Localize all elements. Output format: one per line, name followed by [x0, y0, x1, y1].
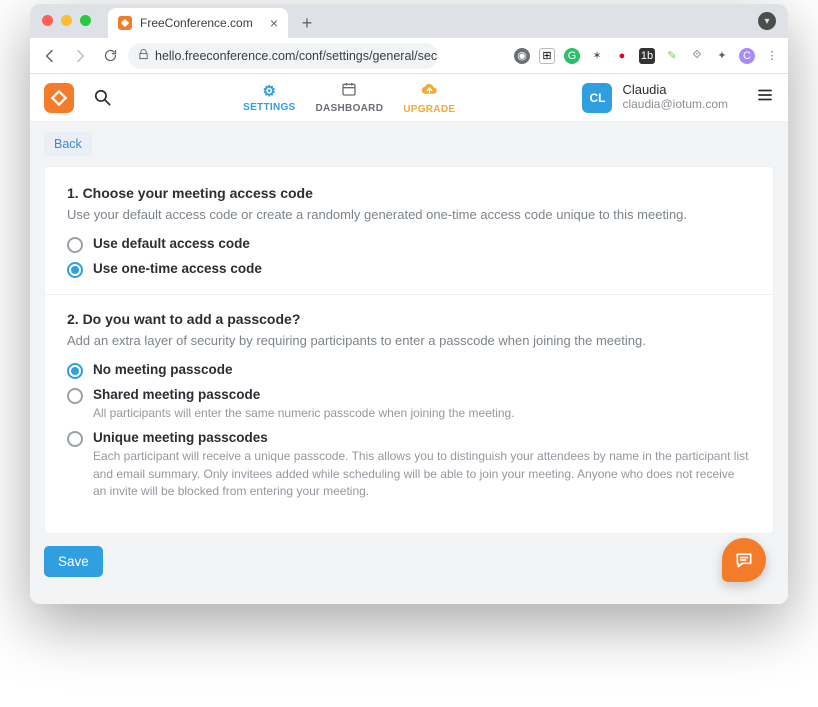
page-content: Back 1. Choose your meeting access code …	[30, 122, 788, 604]
tab-title: FreeConference.com	[140, 16, 253, 30]
extension-icon[interactable]: ✶	[589, 48, 605, 64]
nav-settings-label: SETTINGS	[243, 102, 295, 113]
extension-icon[interactable]: ✎	[664, 48, 680, 64]
nav-upgrade-label: UPGRADE	[403, 104, 455, 115]
radio-icon	[67, 431, 83, 447]
chat-icon	[734, 550, 754, 570]
radio-label: No meeting passcode	[93, 362, 233, 377]
app-logo-icon[interactable]	[44, 83, 74, 113]
extension-icons: ◉ ⊞ G ✶ ● 1b ✎ ⟐ ✦ C ⋮	[514, 48, 780, 64]
lock-icon	[138, 49, 149, 63]
save-button[interactable]: Save	[44, 546, 103, 577]
browser-toolbar: hello.freeconference.com/conf/settings/g…	[30, 38, 788, 74]
user-name: Claudia	[622, 83, 728, 98]
back-button[interactable]: Back	[44, 132, 92, 156]
browser-reload-button[interactable]	[98, 44, 122, 68]
app-header: ⚙ SETTINGS DASHBOARD UPGRADE CL Claudia …	[30, 74, 788, 122]
window-close-button[interactable]	[42, 15, 53, 26]
radio-shared-passcode[interactable]: Shared meeting passcode All participants…	[67, 387, 751, 422]
radio-label: Use default access code	[93, 236, 250, 251]
profile-avatar-icon[interactable]: C	[739, 48, 755, 64]
url-text: hello.freeconference.com/conf/settings/g…	[155, 49, 438, 63]
radio-sublabel: All participants will enter the same num…	[93, 405, 515, 422]
extension-icon[interactable]: ◉	[514, 48, 530, 64]
calendar-icon	[341, 81, 357, 101]
section-passcode-desc: Add an extra layer of security by requir…	[67, 333, 751, 348]
extension-icon[interactable]: ⟐	[689, 48, 705, 64]
extension-icon[interactable]: G	[564, 48, 580, 64]
section-access-code-desc: Use your default access code or create a…	[67, 207, 751, 222]
browser-tab-bar: FreeConference.com × + ▾	[30, 4, 788, 38]
search-button[interactable]	[88, 84, 116, 112]
browser-forward-button[interactable]	[68, 44, 92, 68]
nav-dashboard-label: DASHBOARD	[316, 103, 384, 114]
extension-icon[interactable]: 1b	[639, 48, 655, 64]
nav-settings[interactable]: ⚙ SETTINGS	[243, 82, 295, 113]
radio-icon	[67, 237, 83, 253]
extension-icon[interactable]: ⊞	[539, 48, 555, 64]
window-maximize-button[interactable]	[80, 15, 91, 26]
user-menu[interactable]: CL Claudia claudia@iotum.com	[582, 83, 728, 113]
gear-icon: ⚙	[262, 82, 276, 100]
nav-dashboard[interactable]: DASHBOARD	[316, 81, 384, 114]
hamburger-menu-icon[interactable]	[756, 86, 774, 109]
divider	[45, 294, 773, 295]
extension-icon[interactable]: ●	[614, 48, 630, 64]
browser-back-button[interactable]	[38, 44, 62, 68]
nav-upgrade[interactable]: UPGRADE	[403, 81, 455, 115]
tab-close-icon[interactable]: ×	[270, 15, 278, 31]
window-controls	[42, 15, 91, 26]
radio-sublabel: Each participant will receive a unique p…	[93, 448, 751, 500]
settings-card: 1. Choose your meeting access code Use y…	[44, 166, 774, 534]
new-tab-button[interactable]: +	[294, 10, 320, 36]
cloud-upload-icon	[421, 81, 438, 102]
section-passcode-title: 2. Do you want to add a passcode?	[67, 311, 751, 327]
window-menu-icon[interactable]: ▾	[758, 12, 776, 30]
radio-no-passcode[interactable]: No meeting passcode	[67, 362, 751, 379]
radio-default-access-code[interactable]: Use default access code	[67, 236, 751, 253]
radio-icon	[67, 262, 83, 278]
browser-tab[interactable]: FreeConference.com ×	[108, 8, 288, 38]
radio-unique-passcode[interactable]: Unique meeting passcodes Each participan…	[67, 430, 751, 500]
radio-icon	[67, 363, 83, 379]
user-email: claudia@iotum.com	[622, 98, 728, 112]
radio-label: Shared meeting passcode	[93, 387, 515, 402]
chat-fab[interactable]	[722, 538, 766, 582]
radio-label: Use one-time access code	[93, 261, 262, 276]
window-minimize-button[interactable]	[61, 15, 72, 26]
section-access-code-title: 1. Choose your meeting access code	[67, 185, 751, 201]
search-icon	[93, 88, 112, 107]
address-bar[interactable]: hello.freeconference.com/conf/settings/g…	[128, 43, 438, 69]
user-avatar: CL	[582, 83, 612, 113]
radio-icon	[67, 388, 83, 404]
radio-onetime-access-code[interactable]: Use one-time access code	[67, 261, 751, 278]
tab-favicon-icon	[118, 16, 132, 30]
radio-label: Unique meeting passcodes	[93, 430, 751, 445]
extensions-puzzle-icon[interactable]: ✦	[714, 48, 730, 64]
browser-menu-icon[interactable]: ⋮	[764, 48, 780, 64]
